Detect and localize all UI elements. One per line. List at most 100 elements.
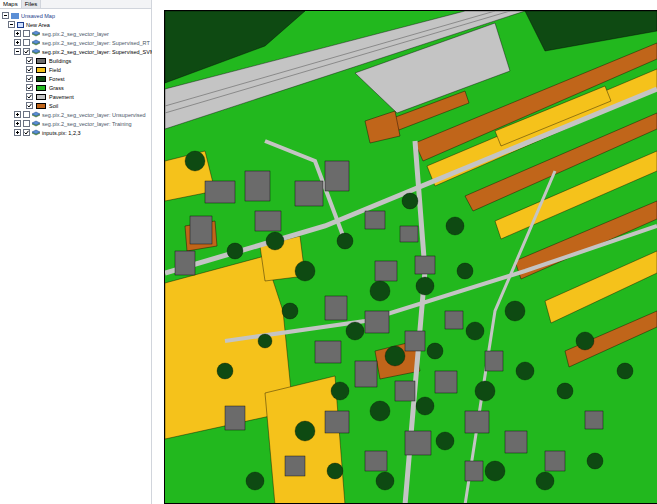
- legend-swatch: [36, 103, 46, 109]
- layer-checkbox[interactable]: [26, 84, 33, 91]
- legend-row[interactable]: Pavement: [2, 92, 151, 101]
- building: [190, 216, 212, 244]
- check-icon: [24, 130, 29, 135]
- building: [285, 456, 305, 476]
- app: MapsFilesUnsaved MapNew Areaseg.pix.2_se…: [0, 0, 657, 504]
- expand-toggle[interactable]: [14, 120, 21, 127]
- tree-cluster: [457, 263, 473, 279]
- building: [295, 181, 323, 206]
- tree-cluster: [617, 363, 633, 379]
- building: [465, 461, 483, 481]
- tree-cluster: [576, 332, 594, 350]
- legend-row[interactable]: Soil: [2, 101, 151, 110]
- building: [395, 381, 415, 401]
- layer-checkbox[interactable]: [23, 39, 30, 46]
- building: [225, 406, 245, 430]
- layer-checkbox[interactable]: [26, 57, 33, 64]
- tree-cluster: [266, 232, 284, 250]
- expand-toggle[interactable]: [14, 30, 21, 37]
- check-icon: [24, 49, 29, 54]
- building: [415, 256, 435, 274]
- tree-cluster: [402, 193, 418, 209]
- building: [325, 161, 349, 191]
- tree-cluster: [227, 243, 243, 259]
- tree-cluster: [427, 343, 443, 359]
- legend-row[interactable]: Grass: [2, 83, 151, 92]
- check-icon: [27, 76, 32, 81]
- expand-toggle[interactable]: [8, 21, 15, 28]
- tree-cluster: [185, 151, 205, 171]
- building: [405, 331, 425, 351]
- expand-toggle[interactable]: [2, 12, 9, 19]
- tree-cluster: [337, 233, 353, 249]
- expand-toggle[interactable]: [14, 111, 21, 118]
- tree-cluster: [370, 281, 390, 301]
- legend-swatch: [36, 85, 46, 91]
- tree-cluster: [295, 421, 315, 441]
- layer-icon: [32, 120, 40, 127]
- tree-cluster: [587, 453, 603, 469]
- building: [175, 251, 195, 275]
- tree-cluster: [416, 397, 434, 415]
- layer-icon: [32, 30, 40, 37]
- layer-checkbox[interactable]: [26, 93, 33, 100]
- tree-row[interactable]: New Area: [2, 20, 151, 29]
- check-icon: [27, 67, 32, 72]
- layer-row[interactable]: seg.pix.2_seg_vector_layer: Supervised_R…: [2, 38, 151, 47]
- building: [205, 181, 235, 203]
- legend-row[interactable]: Forest: [2, 74, 151, 83]
- layer-checkbox[interactable]: [26, 102, 33, 109]
- building: [325, 411, 349, 433]
- layer-panel: MapsFilesUnsaved MapNew Areaseg.pix.2_se…: [0, 0, 152, 504]
- layer-icon: [32, 39, 40, 46]
- tree-row[interactable]: Unsaved Map: [2, 11, 151, 20]
- building: [445, 311, 463, 329]
- layer-tree: Unsaved MapNew Areaseg.pix.2_seg_vector_…: [0, 9, 151, 137]
- building: [245, 171, 270, 201]
- layer-checkbox[interactable]: [23, 48, 30, 55]
- panel-tab[interactable]: Files: [22, 0, 42, 8]
- panel-tab[interactable]: Maps: [0, 0, 22, 8]
- tree-cluster: [475, 381, 495, 401]
- building: [505, 431, 527, 453]
- legend-swatch: [36, 76, 46, 82]
- layer-checkbox[interactable]: [23, 111, 30, 118]
- map-view: [152, 0, 657, 504]
- tree-cluster: [505, 301, 525, 321]
- layer-checkbox[interactable]: [23, 120, 30, 127]
- building: [355, 361, 377, 387]
- layer-checkbox[interactable]: [26, 66, 33, 73]
- tree-cluster: [557, 383, 573, 399]
- tree-cluster: [416, 277, 434, 295]
- layer-row[interactable]: inputs.pix: 1,2,3: [2, 128, 151, 137]
- expand-toggle[interactable]: [14, 39, 21, 46]
- layer-row[interactable]: seg.pix.2_seg_vector_layer: Training: [2, 119, 151, 128]
- building: [585, 411, 603, 429]
- check-icon: [27, 85, 32, 90]
- building: [325, 296, 347, 320]
- layer-checkbox[interactable]: [23, 30, 30, 37]
- building: [255, 211, 281, 231]
- layer-checkbox[interactable]: [26, 75, 33, 82]
- tree-cluster: [327, 463, 343, 479]
- building: [405, 431, 431, 455]
- tree-cluster: [282, 303, 298, 319]
- layer-checkbox[interactable]: [23, 129, 30, 136]
- expand-toggle[interactable]: [14, 129, 21, 136]
- tree-cluster: [536, 472, 554, 490]
- legend-swatch: [36, 67, 46, 73]
- check-icon: [27, 94, 32, 99]
- expand-toggle[interactable]: [14, 48, 21, 55]
- legend-row[interactable]: Buildings: [2, 56, 151, 65]
- layer-row[interactable]: seg.pix.2_seg_vector_layer: [2, 29, 151, 38]
- legend-row[interactable]: Field: [2, 65, 151, 74]
- layer-row[interactable]: seg.pix.2_seg_vector_layer: Supervised_S…: [2, 47, 151, 56]
- building: [365, 311, 389, 333]
- tree-cluster: [376, 472, 394, 490]
- map-icon: [11, 13, 19, 19]
- check-icon: [27, 103, 32, 108]
- layer-row[interactable]: seg.pix.2_seg_vector_layer: Unsupervised: [2, 110, 151, 119]
- map-canvas[interactable]: [165, 11, 657, 504]
- layer-icon: [32, 111, 40, 118]
- area-icon: [17, 22, 24, 28]
